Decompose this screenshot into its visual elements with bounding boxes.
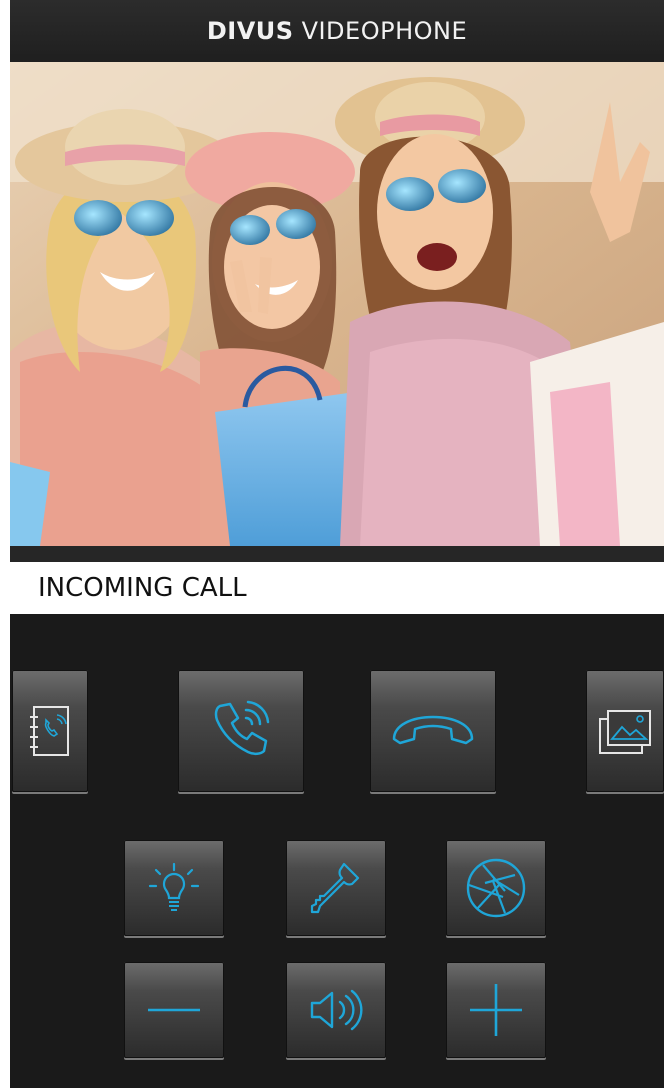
- hangup-button[interactable]: [370, 670, 496, 792]
- volume-up-button[interactable]: [446, 962, 546, 1058]
- snapshot-button[interactable]: [446, 840, 546, 936]
- call-status-label: INCOMING CALL: [38, 573, 247, 603]
- product-name: VIDEOPHONE: [301, 17, 468, 45]
- video-bottom-bar: [10, 546, 664, 562]
- volume-down-button[interactable]: [124, 962, 224, 1058]
- camera-shutter-icon: [466, 858, 526, 918]
- plus-icon: [470, 984, 522, 1036]
- control-panel: [10, 614, 664, 1088]
- title-bar: DIVUS VIDEOPHONE: [10, 0, 664, 62]
- key-icon: [310, 862, 360, 914]
- phonebook-button[interactable]: [12, 670, 88, 792]
- speaker-icon: [310, 989, 363, 1031]
- door-open-button[interactable]: [286, 840, 386, 936]
- phone-answer-icon: [214, 700, 270, 756]
- minus-icon: [148, 1008, 200, 1012]
- brand-name: DIVUS: [206, 17, 294, 45]
- answer-call-button[interactable]: [178, 670, 304, 792]
- videophone-app: DIVUS VIDEOPHONE INCOMING CALL: [10, 0, 664, 1088]
- gallery-icon: [599, 710, 651, 754]
- video-feed: [10, 62, 664, 546]
- phonebook-icon: [30, 706, 69, 756]
- light-button[interactable]: [124, 840, 224, 936]
- speaker-button[interactable]: [286, 962, 386, 1058]
- call-status: INCOMING CALL: [10, 562, 664, 614]
- light-bulb-icon: [148, 862, 200, 911]
- phone-hangup-icon: [392, 715, 474, 745]
- gallery-button[interactable]: [586, 670, 664, 792]
